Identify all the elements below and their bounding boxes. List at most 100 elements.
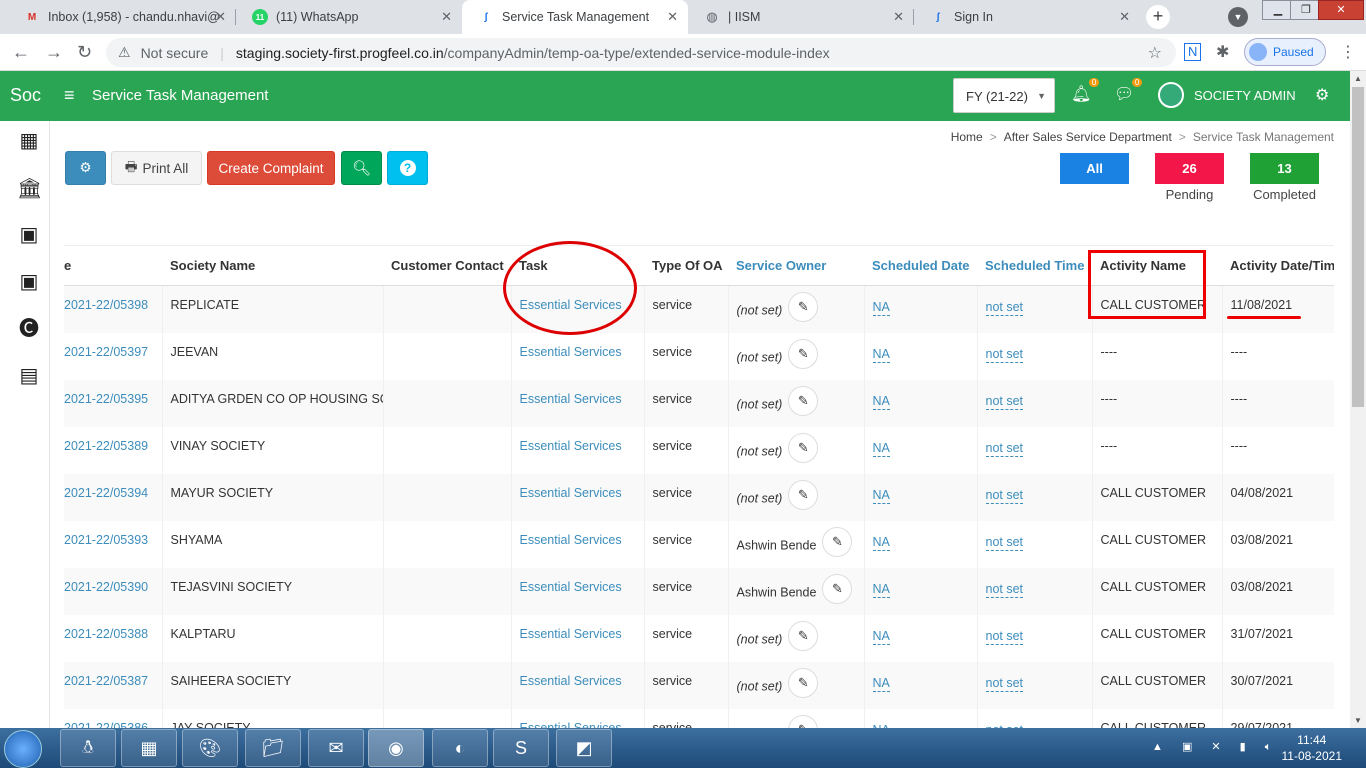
help-button[interactable]: ? — [387, 151, 428, 185]
scheduled-date-link[interactable]: NA — [872, 581, 890, 598]
chat-icon[interactable]: 💬︎ 0 — [1114, 78, 1143, 104]
extensions-puzzle-icon[interactable]: ✱ — [1216, 42, 1229, 62]
pencil-icon[interactable]: ✎ — [822, 573, 853, 604]
scheduled-date-link[interactable]: NA — [872, 300, 890, 316]
page-scrollbar[interactable]: ▲ ▼ — [1350, 71, 1366, 728]
hamburger-menu-icon[interactable]: ≡ — [64, 85, 75, 106]
task-link[interactable]: Essential Services — [511, 426, 645, 474]
reload-icon[interactable]: ↻ — [77, 42, 92, 63]
task-link[interactable]: Essential Services — [511, 473, 645, 521]
scheduled-date-link[interactable]: NA — [872, 440, 890, 457]
close-icon[interactable]: ✕ — [441, 9, 452, 25]
pencil-icon[interactable]: ✎ — [788, 714, 819, 728]
scheduled-date-link[interactable]: NA — [872, 675, 890, 692]
complaint-id-link[interactable]: 2021-22/05390 — [64, 567, 163, 615]
creative-commons-icon[interactable]: 🅒 — [17, 317, 41, 341]
close-icon[interactable]: ✕ — [893, 9, 904, 25]
complaint-id-link[interactable]: 2021-22/05388 — [64, 614, 163, 662]
bookmark-star-icon[interactable]: ☆ — [1148, 43, 1162, 63]
cash-icon[interactable]: ▣ — [17, 270, 41, 294]
complaint-id-link[interactable]: 2021-22/05387 — [64, 661, 163, 709]
taskbar-explorer-icon[interactable]: 📁︎ — [245, 729, 301, 767]
table-row[interactable]: 2021-22/05388 KALPTARU Essential Services s… — [64, 614, 1334, 662]
profile-paused-button[interactable]: Paused — [1244, 38, 1326, 66]
column-header-scheduled-time[interactable]: Scheduled Time — [977, 245, 1092, 286]
filter-all-button[interactable]: All — [1060, 153, 1129, 184]
scheduled-date-link[interactable]: NA — [872, 628, 890, 645]
task-link[interactable]: Essential Services — [511, 614, 645, 662]
bell-icon[interactable]: 🔔︎ 0 — [1071, 78, 1100, 104]
kebab-menu-icon[interactable]: ⋮ — [1340, 42, 1356, 62]
table-row[interactable]: 2021-22/05397 JEEVAN Essential Services ser… — [64, 332, 1334, 380]
window-close-button[interactable]: ✕ — [1318, 0, 1364, 20]
create-complaint-button[interactable]: Create Complaint — [207, 151, 335, 185]
taskbar-paint-icon[interactable]: 🎨︎ — [182, 729, 238, 767]
task-link[interactable]: Essential Services — [511, 520, 645, 568]
scheduled-date-link[interactable]: NA — [872, 487, 890, 504]
complaint-id-link[interactable]: 2021-22/05394 — [64, 473, 163, 521]
pencil-icon[interactable]: ✎ — [788, 667, 819, 698]
scheduled-time-link[interactable]: not set — [985, 487, 1024, 504]
forward-icon[interactable]: → — [45, 42, 63, 63]
scheduled-time-link[interactable]: not set — [985, 440, 1024, 457]
tab-search-icon[interactable]: ▼ — [1228, 7, 1248, 27]
pencil-icon[interactable]: ✎ — [822, 526, 853, 557]
tab-iism[interactable]: ◍ | IISM ✕ — [688, 0, 914, 34]
pencil-icon[interactable]: ✎ — [788, 479, 819, 510]
task-link[interactable]: Essential Services — [511, 332, 645, 380]
scheduled-time-link[interactable]: not set — [985, 300, 1024, 316]
tab-sign-in[interactable]: ʃ Sign In ✕ — [914, 0, 1140, 34]
url-input[interactable]: ⚠ Not secure | staging.society-first.pro… — [106, 38, 1176, 67]
scheduled-date-link[interactable]: NA — [872, 393, 890, 410]
close-icon[interactable]: ✕ — [1119, 9, 1130, 25]
app-logo[interactable]: Soc — [10, 85, 41, 106]
taskbar-penguin-icon[interactable]: 🐧︎ — [60, 729, 116, 767]
table-row[interactable]: 2021-22/05393 SHYAMA Essential Services ser… — [64, 520, 1334, 568]
filter-pending-button[interactable]: 26 — [1155, 153, 1224, 184]
start-button[interactable] — [4, 730, 42, 768]
tab-gmail[interactable]: M Inbox (1,958) - chandu.nhavi@ ✕ — [8, 0, 236, 34]
scrollbar-thumb[interactable] — [1352, 87, 1364, 407]
scheduled-time-link[interactable]: not set — [985, 628, 1024, 645]
money-icon[interactable]: ▣ — [17, 223, 41, 247]
taskbar-calculator-icon[interactable]: ▦ — [121, 729, 177, 767]
tab-whatsapp[interactable]: 11 (11) WhatsApp ✕ — [236, 0, 462, 34]
print-all-button[interactable]: 🖶 Print All — [111, 151, 202, 185]
column-header-scheduled-date[interactable]: Scheduled Date — [864, 245, 977, 286]
taskbar-firefox-icon[interactable]: ◐ — [432, 729, 488, 767]
pencil-icon[interactable]: ✎ — [788, 292, 819, 322]
breadcrumb-home[interactable]: Home — [951, 130, 983, 144]
table-row[interactable]: 2021-22/05390 TEJASVINI SOCIETY Essential … — [64, 567, 1334, 615]
settings-button[interactable]: ⚙ — [65, 151, 106, 185]
task-link[interactable]: Essential Services — [511, 708, 645, 728]
taskbar-chrome-icon[interactable]: ◉ — [368, 729, 424, 767]
column-header-owner[interactable]: Service Owner — [728, 245, 864, 286]
pencil-icon[interactable]: ✎ — [788, 338, 819, 369]
clock[interactable]: 11:44 11-08-2021 — [1282, 732, 1343, 764]
task-link[interactable]: Essential Services — [511, 661, 645, 709]
extension-n-icon[interactable]: N — [1184, 43, 1202, 61]
scheduled-time-link[interactable]: not set — [985, 534, 1024, 551]
table-row[interactable]: 2021-22/05386 JAY SOCIETY Essential Servic… — [64, 708, 1334, 728]
table-row[interactable]: 2021-22/05387 SAIHEERA SOCIETY Essential S… — [64, 661, 1334, 709]
pencil-icon[interactable]: ✎ — [788, 385, 819, 416]
settings-gears-icon[interactable]: ⚙ — [1315, 85, 1329, 105]
complaint-id-link[interactable]: 2021-22/05389 — [64, 426, 163, 474]
scheduled-time-link[interactable]: not set — [985, 393, 1024, 410]
complaint-id-link[interactable]: 2021-22/05398 — [64, 285, 163, 333]
breadcrumb-department[interactable]: After Sales Service Department — [1004, 130, 1172, 144]
tab-service-task-management[interactable]: ʃ Service Task Management ✕ — [462, 0, 688, 34]
table-row[interactable]: 2021-22/05394 MAYUR SOCIETY Essential Serv… — [64, 473, 1334, 521]
search-button[interactable]: 🔍︎ — [341, 151, 382, 185]
close-icon[interactable]: ✕ — [215, 9, 226, 25]
taskbar-outlook-icon[interactable]: ✉ — [308, 729, 364, 767]
complaint-id-link[interactable]: 2021-22/05386 — [64, 708, 163, 728]
taskbar-skype-icon[interactable]: S — [493, 729, 549, 767]
scheduled-date-link[interactable]: NA — [872, 346, 890, 363]
task-link[interactable]: Essential Services — [511, 379, 645, 427]
complaint-id-link[interactable]: 2021-22/05395 — [64, 379, 163, 427]
scheduled-time-link[interactable]: not set — [985, 581, 1024, 598]
table-row[interactable]: 2021-22/05389 VINAY SOCIETY Essential Serv… — [64, 426, 1334, 474]
dashboard-icon[interactable]: ▦ — [17, 129, 41, 153]
building-icon[interactable]: 🏛︎ — [17, 177, 42, 201]
